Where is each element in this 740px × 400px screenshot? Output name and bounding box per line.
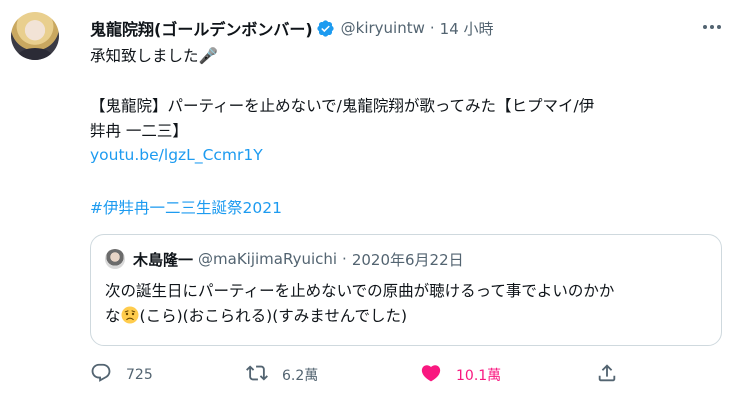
tweet-hashtag[interactable]: #伊弉冉一二三生誕祭2021 (90, 196, 282, 218)
tweet-card[interactable]: 鬼龍院翔(ゴールデンボンバー) @kiryuintw · 14 小時 承知致しま… (0, 0, 740, 400)
tweet-text-line: 【鬼龍院】パーティーを止めないで/鬼龍院翔が歌ってみた【ヒプマイ/伊 (90, 97, 595, 115)
author-display-name[interactable]: 鬼龍院翔(ゴールデンボンバー) (90, 16, 313, 40)
quoted-tweet[interactable]: 木島隆一 @maKijimaRyuichi · 2020年6月22日 次の誕生日… (90, 234, 722, 346)
quoted-text-line: 次の誕生日にパーティーを止めないでの原曲が聴けるって事でよいのかか (105, 282, 615, 300)
share-icon (596, 362, 618, 388)
reply-icon (90, 362, 112, 388)
tweet-timestamp[interactable]: 14 小時 (440, 18, 494, 39)
quoted-text-suffix: (こら)(おこられる)(すみませんでした) (139, 307, 408, 325)
action-bar: 725 6.2萬 10.1萬 (88, 360, 628, 390)
quoted-author-name: 木島隆一 (133, 250, 194, 269)
tweet-text-line: 承知致しました🎤 (90, 47, 218, 65)
retweet-button[interactable]: 6.2萬 (246, 360, 318, 390)
quoted-header-separator: · (342, 250, 347, 268)
reply-button[interactable]: 725 (90, 360, 153, 390)
quoted-text-line: な (こら)(おこられる)(すみませんでした) (105, 304, 407, 329)
verified-icon (316, 19, 335, 38)
retweet-icon (246, 362, 268, 388)
quoted-author-avatar (105, 249, 125, 269)
quoted-tweet-header: 木島隆一 @maKijimaRyuichi · 2020年6月22日 (133, 248, 464, 270)
more-icon[interactable] (700, 17, 724, 37)
author-avatar[interactable] (11, 12, 59, 60)
retweet-count: 6.2萬 (282, 368, 319, 384)
header-separator: · (429, 19, 435, 37)
author-handle[interactable]: @kiryuintw (341, 19, 425, 37)
reply-count: 725 (126, 367, 153, 383)
like-button[interactable]: 10.1萬 (420, 360, 501, 390)
quoted-text-prefix: な (105, 307, 121, 325)
worried-face-emoji-icon (121, 306, 139, 324)
quoted-author-handle: @maKijimaRyuichi (198, 250, 338, 268)
like-heart-icon (420, 362, 442, 388)
share-button[interactable] (596, 360, 618, 390)
tweet-header: 鬼龍院翔(ゴールデンボンバー) @kiryuintw · 14 小時 (90, 16, 494, 40)
tweet-text-line: 弉冉 一二三】 (90, 122, 188, 140)
quoted-tweet-date: 2020年6月22日 (351, 250, 464, 269)
like-count: 10.1萬 (456, 368, 502, 384)
tweet-link[interactable]: youtu.be/lgzL_Ccmr1Y (90, 146, 263, 164)
